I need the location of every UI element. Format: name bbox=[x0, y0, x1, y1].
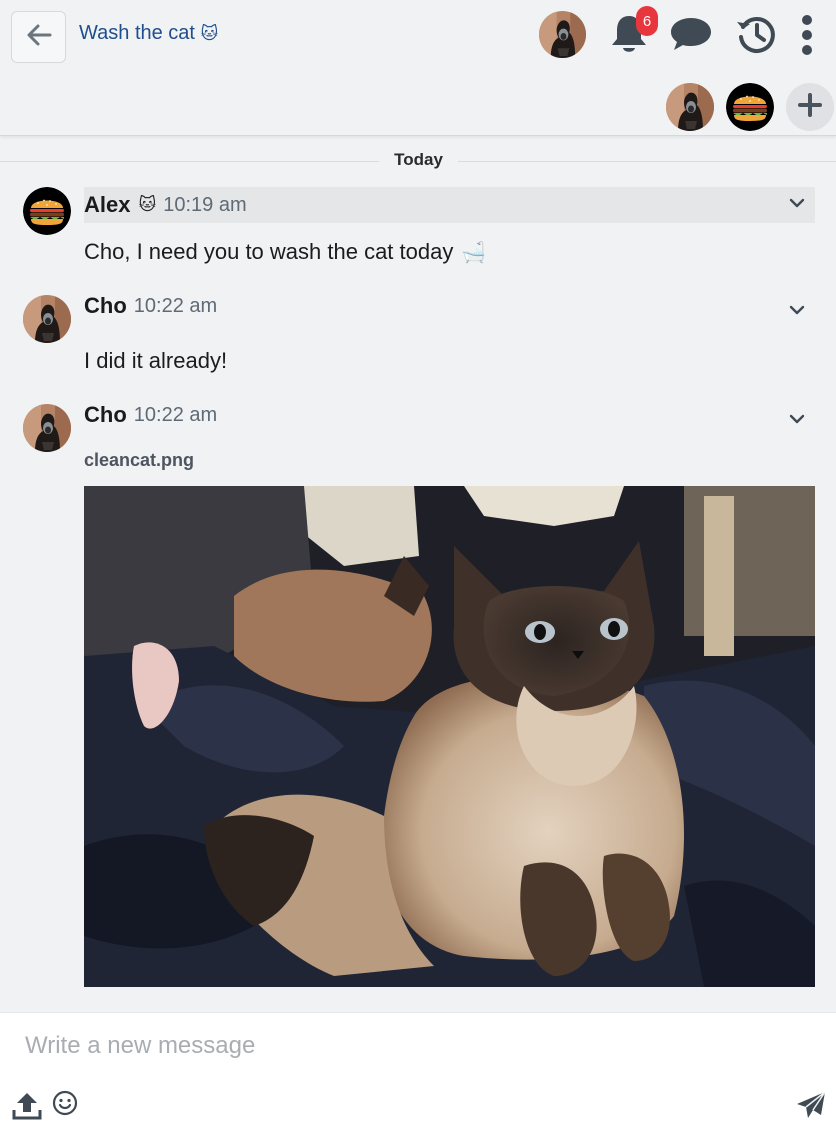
message-composer bbox=[0, 1012, 836, 1134]
back-arrow-icon bbox=[26, 23, 52, 52]
chevron-down-icon bbox=[789, 302, 805, 320]
message-text-body: I did it already! bbox=[84, 348, 228, 373]
back-button[interactable] bbox=[11, 11, 66, 63]
send-icon bbox=[795, 1090, 827, 1125]
conversation-header: Wash the cat 🐱 6 bbox=[0, 0, 836, 136]
bathtub-icon: 🛁 bbox=[461, 241, 487, 264]
message-avatar-cho[interactable] bbox=[23, 295, 71, 343]
chevron-down-icon bbox=[789, 195, 805, 213]
more-vertical-icon bbox=[800, 14, 814, 61]
conversation-title-text: Wash the cat bbox=[79, 22, 195, 44]
send-button[interactable] bbox=[794, 1090, 828, 1125]
chat-bubble-icon bbox=[669, 15, 713, 58]
more-options-button[interactable] bbox=[795, 12, 819, 62]
member-avatar-alex[interactable] bbox=[726, 83, 774, 131]
emoji-button[interactable] bbox=[52, 1090, 78, 1121]
message-options-button[interactable] bbox=[786, 409, 808, 431]
message-timestamp: 10:22 am bbox=[133, 403, 218, 426]
message-author[interactable]: Cho bbox=[84, 293, 127, 319]
chat-screen: Wash the cat 🐱 6 Today Alex 🐱 10:19 am C… bbox=[0, 0, 836, 1134]
divider-line-left bbox=[0, 161, 379, 162]
message-text: I did it already! bbox=[84, 345, 227, 377]
message-header: Cho 10:22 am bbox=[84, 397, 217, 433]
conversation-title: Wash the cat 🐱 bbox=[79, 22, 218, 45]
date-divider-label: Today bbox=[379, 141, 458, 179]
history-icon bbox=[735, 13, 777, 60]
current-user-avatar[interactable] bbox=[539, 11, 586, 58]
message-text-body: Cho, I need you to wash the cat today bbox=[84, 239, 454, 264]
divider-line-right bbox=[458, 161, 836, 162]
message-timestamp: 10:19 am bbox=[163, 193, 247, 216]
message-author[interactable]: Cho bbox=[84, 402, 127, 428]
message-avatar-cho[interactable] bbox=[23, 404, 71, 452]
add-member-button[interactable] bbox=[786, 83, 834, 131]
message-header: Cho 10:22 am bbox=[84, 288, 217, 324]
message-options-button[interactable] bbox=[786, 193, 808, 215]
history-button[interactable] bbox=[733, 13, 779, 59]
smiley-icon bbox=[52, 1090, 78, 1121]
message-input[interactable] bbox=[0, 1013, 836, 1079]
cat-face-icon: 🐱 bbox=[138, 195, 157, 214]
message-text: Cho, I need you to wash the cat today 🛁 bbox=[84, 236, 486, 268]
message-author[interactable]: Alex bbox=[84, 192, 130, 218]
upload-button[interactable] bbox=[12, 1091, 42, 1123]
conversations-button[interactable] bbox=[668, 14, 714, 58]
chevron-down-icon bbox=[789, 411, 805, 429]
plus-icon bbox=[798, 92, 822, 122]
message-header: Alex 🐱 10:19 am bbox=[84, 187, 815, 223]
cat-face-icon: 🐱 bbox=[200, 24, 219, 43]
member-avatar-cho[interactable] bbox=[666, 83, 714, 131]
notification-count-badge: 6 bbox=[636, 6, 658, 36]
message-avatar-alex[interactable] bbox=[23, 187, 71, 235]
attachment-filename[interactable]: cleancat.png bbox=[84, 450, 194, 471]
upload-icon bbox=[12, 1090, 42, 1125]
message-options-button[interactable] bbox=[786, 300, 808, 322]
attachment-image[interactable] bbox=[84, 486, 815, 987]
message-timestamp: 10:22 am bbox=[133, 294, 218, 317]
